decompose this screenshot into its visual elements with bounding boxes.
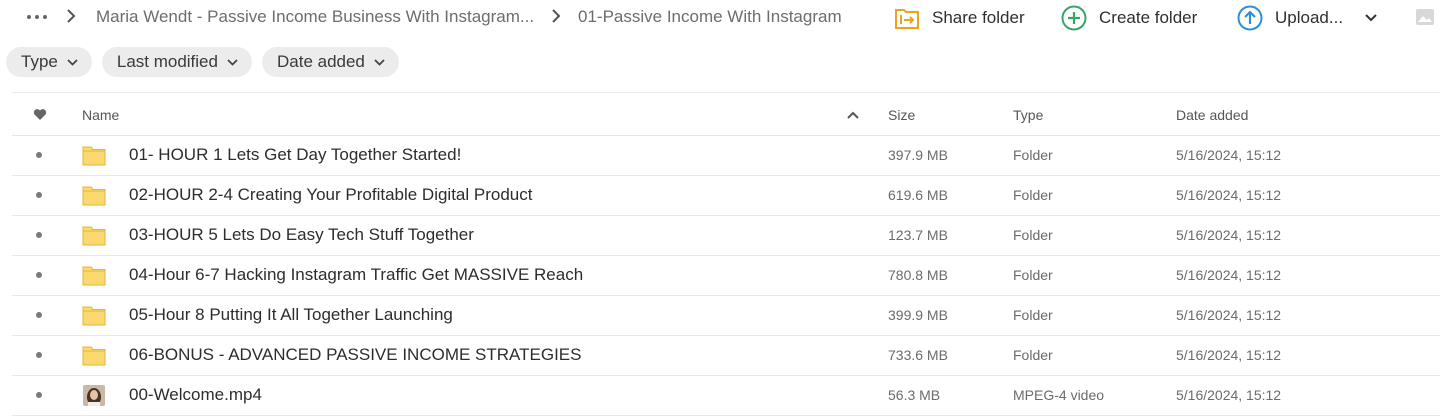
upload-icon [1237,5,1263,31]
file-date-added: 5/16/2024, 15:12 [1176,267,1282,283]
folder-icon [82,306,106,326]
column-date-added[interactable]: Date added [1176,107,1248,123]
more-options-icon[interactable] [26,8,48,24]
breadcrumb-current: 01-Passive Income With Instagram [578,7,842,26]
chevron-right-icon [552,9,561,23]
table-row[interactable]: 06-BONUS - ADVANCED PASSIVE INCOME STRAT… [12,336,1440,376]
filter-type-label: Type [21,52,58,71]
file-size: 399.9 MB [888,307,948,323]
file-type: Folder [1013,227,1053,243]
table-header: Name Size Type Date added [12,92,1440,136]
filter-bar: Type Last modified Date added [6,47,399,77]
chevron-down-icon[interactable] [1365,14,1377,22]
top-bar: Maria Wendt - Passive Income Business Wi… [0,0,1440,34]
file-name[interactable]: 00-Welcome.mp4 [129,385,262,405]
file-size: 780.8 MB [888,267,948,283]
file-type: Folder [1013,347,1053,363]
file-size: 733.6 MB [888,347,948,363]
folder-icon [82,186,106,206]
table-row[interactable]: 03-HOUR 5 Lets Do Easy Tech Stuff Togeth… [12,216,1440,256]
filter-last-modified-label: Last modified [116,52,218,71]
file-table: Name Size Type Date added 01- HOUR 1 Let… [12,92,1440,416]
file-type: MPEG-4 video [1013,387,1105,403]
video-thumbnail-icon [83,385,105,406]
create-folder-icon [1061,5,1087,31]
create-folder-button[interactable]: Create folder [1061,4,1197,32]
chevron-down-icon [227,58,238,66]
chevron-down-icon [67,58,78,66]
file-date-added: 5/16/2024, 15:12 [1176,387,1282,403]
column-type[interactable]: Type [1013,107,1043,123]
file-name[interactable]: 03-HOUR 5 Lets Do Easy Tech Stuff Togeth… [129,225,474,245]
folder-icon [82,146,106,166]
favorite-toggle[interactable] [36,312,42,318]
favorite-toggle[interactable] [36,152,42,158]
file-date-added: 5/16/2024, 15:12 [1176,307,1282,323]
file-type: Folder [1013,307,1053,323]
file-size: 619.6 MB [888,187,948,203]
share-folder-icon [895,9,919,29]
breadcrumb-parent[interactable]: Maria Wendt - Passive Income Business Wi… [96,7,534,27]
sort-ascending-icon[interactable] [847,111,859,119]
favorite-toggle[interactable] [36,192,42,198]
file-name[interactable]: 06-BONUS - ADVANCED PASSIVE INCOME STRAT… [129,345,581,365]
file-name[interactable]: 05-Hour 8 Putting It All Together Launch… [129,305,453,325]
file-name[interactable]: 02-HOUR 2-4 Creating Your Profitable Dig… [129,185,532,205]
filter-date-added-label: Date added [276,52,365,71]
heart-icon[interactable] [33,108,47,121]
chevron-right-icon [67,9,76,23]
table-row[interactable]: 00-Welcome.mp4 56.3 MB MPEG-4 video 5/16… [12,376,1440,416]
favorite-toggle[interactable] [36,352,42,358]
folder-icon [82,226,106,246]
share-folder-button[interactable]: Share folder [894,4,1025,32]
table-row[interactable]: 04-Hour 6-7 Hacking Instagram Traffic Ge… [12,256,1440,296]
folder-icon [82,266,106,286]
favorite-toggle[interactable] [36,272,42,278]
filter-date-added[interactable]: Date added [261,47,399,77]
file-date-added: 5/16/2024, 15:12 [1176,187,1282,203]
column-size[interactable]: Size [888,107,915,123]
file-size: 123.7 MB [888,227,948,243]
share-folder-label: Share folder [932,8,1025,27]
upload-button[interactable]: Upload... [1237,4,1377,32]
favorite-toggle[interactable] [36,392,42,398]
table-row[interactable]: 05-Hour 8 Putting It All Together Launch… [12,296,1440,336]
filter-last-modified[interactable]: Last modified [101,47,252,77]
filter-type[interactable]: Type [6,47,92,77]
upload-label: Upload... [1275,8,1344,27]
file-name[interactable]: 01- HOUR 1 Lets Get Day Together Started… [129,145,461,165]
file-size: 397.9 MB [888,147,948,163]
file-size: 56.3 MB [888,387,941,403]
file-type: Folder [1013,267,1053,283]
file-date-added: 5/16/2024, 15:12 [1176,347,1282,363]
table-row[interactable]: 01- HOUR 1 Lets Get Day Together Started… [12,136,1440,176]
favorite-toggle[interactable] [36,232,42,238]
file-date-added: 5/16/2024, 15:12 [1176,227,1282,243]
folder-icon [82,346,106,366]
file-date-added: 5/16/2024, 15:12 [1176,147,1282,163]
file-type: Folder [1013,187,1053,203]
file-type: Folder [1013,147,1053,163]
table-row[interactable]: 02-HOUR 2-4 Creating Your Profitable Dig… [12,176,1440,216]
column-name[interactable]: Name [82,107,119,123]
chevron-down-icon [374,58,385,66]
file-name[interactable]: 04-Hour 6-7 Hacking Instagram Traffic Ge… [129,265,583,285]
create-folder-label: Create folder [1099,8,1198,27]
image-view-icon[interactable] [1415,8,1435,26]
